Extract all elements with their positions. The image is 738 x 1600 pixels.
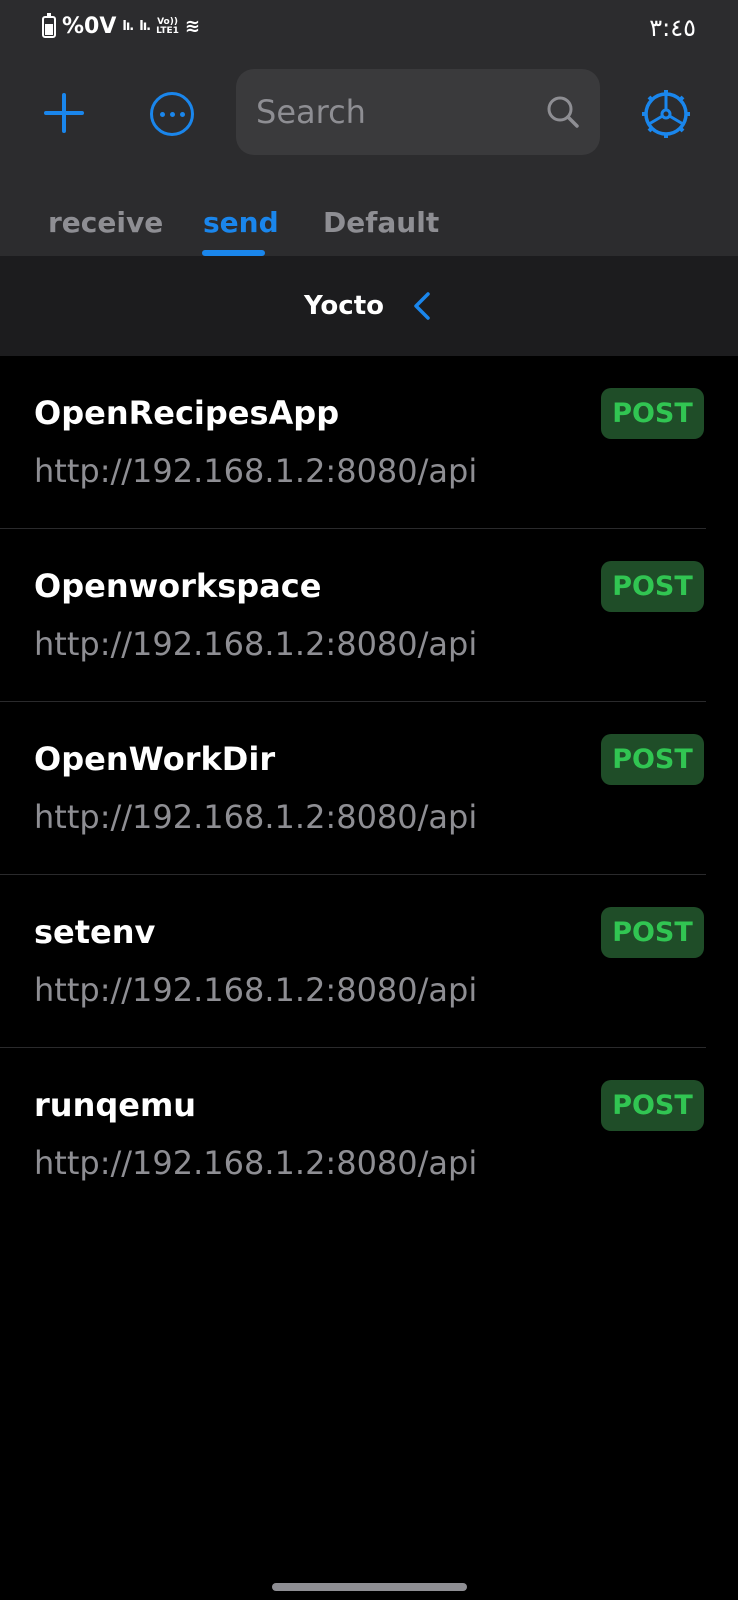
signal-strength-icon: lı. — [139, 19, 151, 34]
battery-icon — [42, 12, 56, 38]
request-row[interactable]: runqemu http://192.168.1.2:8080/api POST — [0, 1048, 706, 1221]
header: receive send Default — [0, 60, 738, 256]
status-bar: %0V lı. lı. Vo)) LTE1 ≋ ٣:٤٥ — [0, 0, 738, 60]
method-badge: POST — [601, 1080, 704, 1131]
status-indicators: %0V lı. lı. Vo)) LTE1 ≋ — [42, 12, 200, 39]
method-badge: POST — [601, 561, 704, 612]
request-url: http://192.168.1.2:8080/api — [34, 798, 478, 836]
tab-send[interactable]: send — [203, 180, 279, 256]
search-input[interactable] — [256, 87, 526, 137]
dot — [169, 111, 175, 117]
signal-strength-icon: lı. — [122, 19, 134, 34]
method-badge: POST — [601, 907, 704, 958]
request-name: OpenRecipesApp — [34, 394, 340, 432]
search-icon[interactable] — [546, 95, 580, 129]
request-name: setenv — [34, 913, 156, 951]
wifi-icon: ≋ — [184, 16, 200, 37]
plus-icon[interactable] — [40, 89, 88, 137]
chevron-left-icon[interactable] — [410, 290, 434, 322]
request-name: OpenWorkDir — [34, 740, 276, 778]
request-name: runqemu — [34, 1086, 197, 1124]
dot — [159, 111, 165, 117]
request-url: http://192.168.1.2:8080/api — [34, 1144, 478, 1182]
battery-percent: %0V — [62, 14, 117, 39]
request-row[interactable]: OpenWorkDir http://192.168.1.2:8080/api … — [0, 702, 706, 875]
method-badge: POST — [601, 388, 704, 439]
folder-header[interactable]: Yocto — [0, 256, 738, 356]
more-icon[interactable] — [150, 92, 194, 136]
method-badge: POST — [601, 734, 704, 785]
volte-bottom: LTE1 — [156, 25, 179, 36]
request-url: http://192.168.1.2:8080/api — [34, 452, 478, 490]
request-name: Openworkspace — [34, 567, 322, 605]
search-box[interactable] — [236, 69, 600, 155]
tab-default[interactable]: Default — [323, 180, 439, 256]
request-row[interactable]: Openworkspace http://192.168.1.2:8080/ap… — [0, 529, 706, 702]
tab-receive[interactable]: receive — [48, 180, 163, 256]
home-indicator[interactable] — [272, 1583, 467, 1591]
dot — [179, 111, 185, 117]
gear-icon[interactable] — [640, 88, 692, 140]
folder-title: Yocto — [303, 291, 384, 321]
volte-icon: Vo)) LTE1 — [156, 17, 179, 36]
request-list: OpenRecipesApp http://192.168.1.2:8080/a… — [0, 356, 738, 1221]
request-url: http://192.168.1.2:8080/api — [34, 971, 478, 1009]
status-time: ٣:٤٥ — [649, 14, 696, 42]
tab-bar: receive send Default — [0, 180, 738, 256]
request-row[interactable]: setenv http://192.168.1.2:8080/api POST — [0, 875, 706, 1048]
request-url: http://192.168.1.2:8080/api — [34, 625, 478, 663]
request-row[interactable]: OpenRecipesApp http://192.168.1.2:8080/a… — [0, 356, 706, 529]
